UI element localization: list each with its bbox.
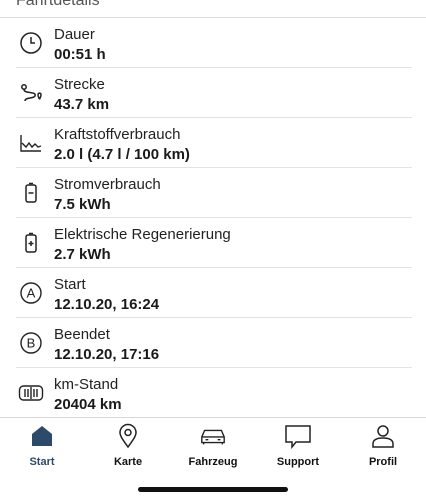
detail-label: Strecke: [54, 76, 105, 93]
detail-label: Start: [54, 276, 86, 293]
tab-label: Support: [276, 456, 320, 468]
detail-row-fuel-consumption: Kraftstoffverbrauch 2.0 l (4.7 l / 100 k…: [0, 118, 426, 168]
end-b-letter: B: [27, 336, 36, 351]
detail-row-distance: Strecke 43.7 km: [0, 68, 426, 118]
home-indicator: [138, 487, 288, 492]
map-pin-icon: [114, 422, 142, 450]
detail-row-odometer: km-Stand 20404 km: [0, 368, 426, 418]
tab-support[interactable]: Support: [258, 422, 338, 472]
detail-row-end: B Beendet 12.10.20, 17:16: [0, 318, 426, 368]
detail-label: Dauer: [54, 26, 95, 43]
detail-row-regeneration: Elektrische Regenerierung 2.7 kWh: [0, 218, 426, 268]
detail-value: 12.10.20, 17:16: [54, 346, 160, 363]
detail-value: 00:51 h: [54, 46, 106, 63]
tab-profil[interactable]: Profil: [343, 422, 423, 472]
detail-value: 2.0 l (4.7 l / 100 km): [54, 146, 190, 163]
end-b-icon: B: [18, 330, 44, 356]
detail-value: 2.7 kWh: [54, 246, 111, 263]
home-icon: [28, 422, 56, 450]
person-icon: [369, 422, 397, 450]
clock-icon: [18, 30, 44, 56]
tab-label: Fahrzeug: [188, 456, 238, 468]
start-a-icon: A: [18, 280, 44, 306]
section-title: Fahrtdetails: [16, 0, 100, 9]
detail-label: Elektrische Regenerierung: [54, 226, 231, 243]
fuel-graph-icon: [18, 130, 44, 156]
detail-label: Stromverbrauch: [54, 176, 161, 193]
tab-label: Profil: [368, 456, 398, 468]
start-a-letter: A: [27, 286, 36, 301]
detail-value: 43.7 km: [54, 96, 110, 113]
detail-value: 7.5 kWh: [54, 196, 111, 213]
detail-row-start: A Start 12.10.20, 16:24: [0, 268, 426, 318]
tab-label: Start: [29, 456, 55, 468]
detail-value: 12.10.20, 16:24: [54, 296, 160, 313]
battery-charge-icon: [18, 230, 44, 256]
detail-label: Beendet: [54, 326, 110, 343]
odometer-icon: [18, 380, 44, 406]
detail-label: Kraftstoffverbrauch: [54, 126, 181, 143]
trip-details-list: Dauer 00:51 h Strecke 43.7 km Kraftstoff…: [0, 18, 426, 418]
detail-row-duration: Dauer 00:51 h: [0, 18, 426, 68]
tab-label: Karte: [113, 456, 143, 468]
route-icon: [18, 80, 44, 106]
tab-karte[interactable]: Karte: [88, 422, 168, 472]
detail-row-power-consumption: Stromverbrauch 7.5 kWh: [0, 168, 426, 218]
screen: Fahrtdetails Dauer 00:51 h Strecke 43.7 …: [0, 0, 426, 500]
tab-fahrzeug[interactable]: Fahrzeug: [173, 422, 253, 472]
car-icon: [199, 422, 227, 450]
detail-label: km-Stand: [54, 376, 119, 393]
battery-icon: [18, 180, 44, 206]
chat-icon: [284, 422, 312, 450]
detail-value: 20404 km: [54, 396, 122, 413]
tab-start[interactable]: Start: [2, 422, 82, 472]
section-header: Fahrtdetails: [0, 0, 426, 18]
